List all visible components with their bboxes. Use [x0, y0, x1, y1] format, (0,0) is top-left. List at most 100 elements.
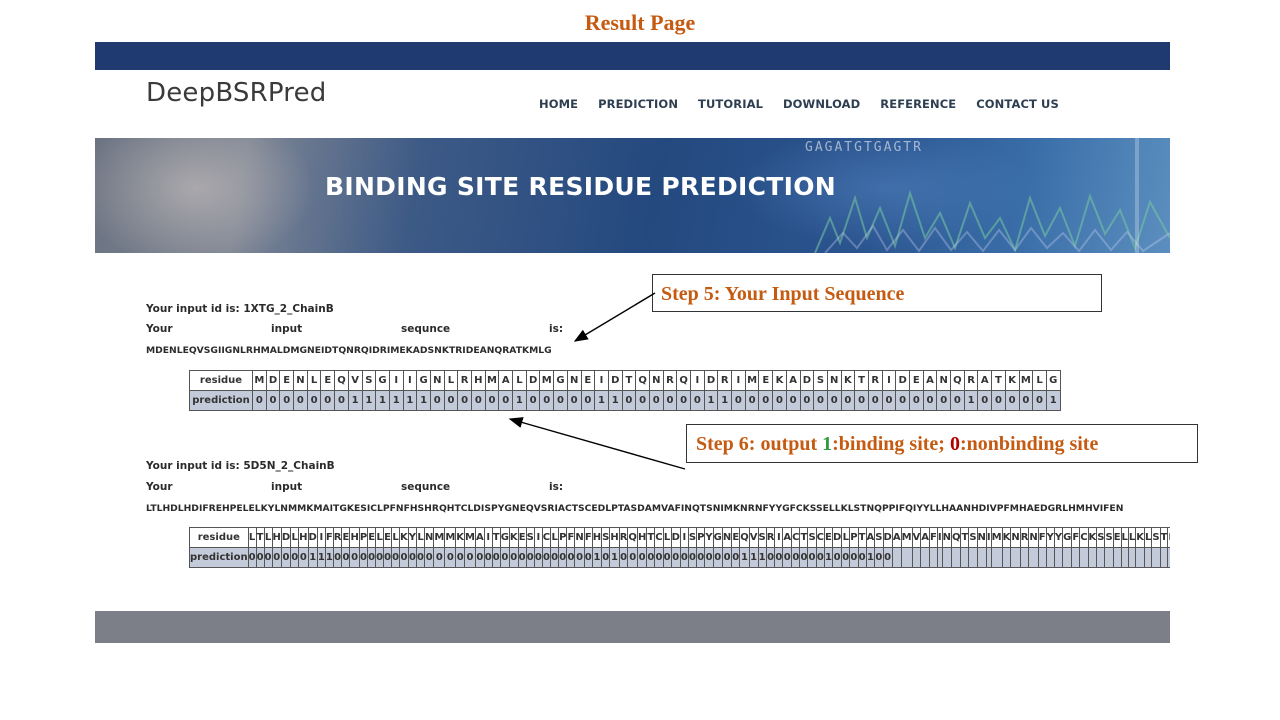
prediction-cell: 0 — [841, 547, 851, 568]
residue-cell: R — [765, 527, 776, 548]
residue-cell: S — [807, 527, 817, 548]
prediction-cell — [891, 547, 902, 568]
nav-contact-us[interactable]: CONTACT US — [976, 97, 1059, 111]
prediction-cell: 0 — [704, 547, 714, 568]
prediction-cell: 1 — [963, 390, 979, 411]
prediction-cell — [990, 547, 1003, 568]
residue-cell: I — [679, 527, 689, 548]
residue-cell: M — [1018, 370, 1034, 391]
prediction-cell: 1 — [823, 547, 833, 568]
residue-cell: M — [539, 370, 555, 391]
residue-cell: N — [648, 370, 664, 391]
prediction-cell: 0 — [687, 547, 698, 568]
prediction-row: prediction 0 0 0 0 0 0 0 1 1 1 0 0 0 0 0 0 0 0 0 0 0 0 0 0 0 0 0 0 0 0… — [189, 547, 1170, 568]
residue-cell: K — [1135, 527, 1146, 548]
prediction-cell: 0 — [826, 390, 842, 411]
residue-row: residue L T L H D L H D I F R E H P E L E L K Y L N M M K M A I T G K E S… — [189, 527, 1170, 548]
residue-cell: Q — [950, 527, 962, 548]
residue-cell: E — [341, 527, 351, 548]
residue-cell: T — [255, 527, 265, 548]
nav-tutorial[interactable]: TUTORIAL — [698, 97, 763, 111]
prediction-cell — [960, 547, 970, 568]
prediction-cell: 0 — [791, 547, 801, 568]
nav-home[interactable]: HOME — [539, 97, 578, 111]
nav-reference[interactable]: REFERENCE — [880, 97, 956, 111]
residue-cell: E — [279, 370, 295, 391]
prediction-cell: 0 — [367, 547, 377, 568]
prediction-cell: 0 — [279, 390, 295, 411]
prediction-cell: 0 — [922, 390, 938, 411]
input-sequence-1: MDENLEQVSGIIGNLRHMALDMGNEIDTQNRQIDRIMEKA… — [146, 345, 552, 356]
prediction-cell — [941, 547, 952, 568]
nav-download[interactable]: DOWNLOAD — [783, 97, 860, 111]
residue-cell: M — [990, 527, 1003, 548]
prediction-cell: 0 — [1032, 390, 1047, 411]
residue-cell: I — [402, 370, 418, 391]
prediction-cell: 0 — [558, 547, 568, 568]
prediction-table-2[interactable]: residue L T L H D L H D I F R E H P E L E L K Y L N M M K M A I T G K E S… — [189, 527, 1170, 568]
prediction-cell — [1151, 547, 1161, 568]
prediction-cell: 0 — [484, 390, 500, 411]
prediction-cell: 0 — [580, 390, 596, 411]
prediction-cell: 0 — [712, 547, 723, 568]
prediction-cell: 0 — [696, 547, 706, 568]
residue-cell: G — [1062, 527, 1073, 548]
sequence-label-word: is: — [549, 481, 564, 493]
residue-cell: T — [960, 527, 970, 548]
prediction-cell: 0 — [909, 390, 924, 411]
prediction-cell: 1 — [402, 390, 418, 411]
prediction-cell: 1 — [607, 390, 623, 411]
prediction-cell: 0 — [744, 390, 760, 411]
residue-cell: K — [455, 527, 466, 548]
residue-cell: F — [1037, 527, 1047, 548]
prediction-cell: 1 — [703, 390, 719, 411]
site-logo[interactable]: DeepBSRPred — [146, 78, 327, 108]
residue-cell: G — [553, 370, 568, 391]
prediction-cell: 0 — [332, 547, 343, 568]
nav-prediction[interactable]: PREDICTION — [598, 97, 678, 111]
residue-cell: H — [298, 527, 309, 548]
residue-cell: C — [815, 527, 826, 548]
residue-cell: F — [929, 527, 938, 548]
residue-cell: S — [687, 527, 698, 548]
residue-cell: C — [1079, 527, 1089, 548]
residue-cell: C — [791, 527, 801, 548]
prediction-cell — [900, 547, 913, 568]
residue-cell: R — [867, 370, 883, 391]
residue-cell: Y — [1053, 527, 1064, 548]
input-sequence-2: LTLHDLHDIFREHPELELKYLNMMKMAITGKESICLPFNF… — [146, 503, 1124, 514]
residue-cell: D — [607, 370, 623, 391]
input-id-label-1: Your input id is: 1XTG_2_ChainB — [146, 303, 334, 315]
prediction-cell: 0 — [429, 390, 445, 411]
input-id-label-2: Your input id is: 5D5N_2_ChainB — [146, 460, 335, 472]
main-nav: HOME PREDICTION TUTORIAL DOWNLOAD REFERE… — [539, 97, 1079, 111]
residue-cell: D — [280, 527, 292, 548]
prediction-cell: 0 — [758, 390, 774, 411]
prediction-cell: 0 — [895, 390, 910, 411]
residue-cell: D — [799, 370, 815, 391]
residue-cell: Y — [1045, 527, 1055, 548]
residue-cell: S — [757, 527, 767, 548]
residue-cell: G — [712, 527, 723, 548]
residue-cell: H — [609, 527, 620, 548]
prediction-cell — [1001, 547, 1012, 568]
residue-cell: I — [483, 527, 493, 548]
prediction-cell: 0 — [550, 547, 560, 568]
prediction-cell: 1 — [307, 547, 318, 568]
prediction-cell — [1127, 547, 1137, 568]
prediction-cell: 1 — [416, 390, 431, 411]
sequence-label-word: input — [271, 481, 303, 493]
residue-cell: L — [263, 527, 273, 548]
residue-cell: E — [758, 370, 774, 391]
residue-cell: A — [891, 527, 902, 548]
residue-cell: K — [508, 527, 519, 548]
residue-cell: S — [1151, 527, 1161, 548]
prediction-cell: 0 — [464, 547, 476, 568]
prediction-cell: 0 — [375, 547, 385, 568]
prediction-cell: 0 — [721, 547, 733, 568]
sequence-label-word: is: — [549, 323, 564, 335]
residue-cell: S — [601, 527, 611, 548]
residue-cell: T — [799, 527, 809, 548]
residue-cell: T — [491, 527, 501, 548]
prediction-cell: 0 — [977, 390, 993, 411]
